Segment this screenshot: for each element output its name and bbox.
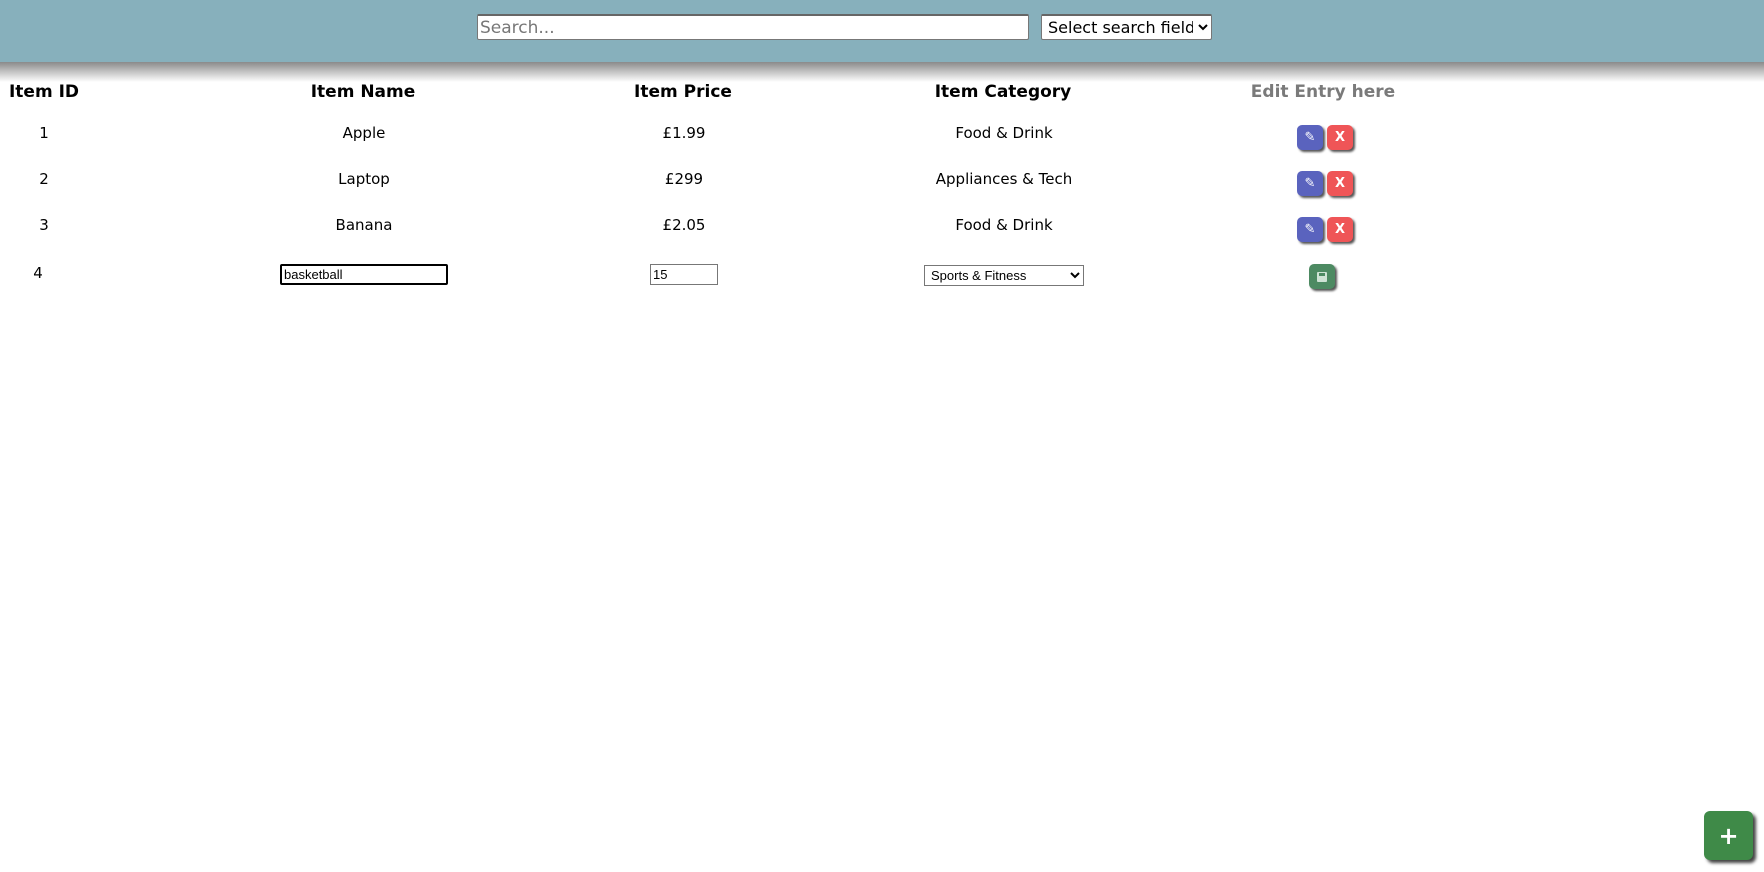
item-name-input[interactable] xyxy=(280,264,448,285)
item-id: 3 xyxy=(39,216,49,234)
item-category: Food & Drink xyxy=(955,216,1053,234)
item-price: £299 xyxy=(664,170,704,188)
save-button[interactable] xyxy=(1309,264,1335,289)
header-edit-entry: Edit Entry here xyxy=(1250,82,1396,102)
item-price-input[interactable] xyxy=(650,264,718,285)
item-category-select[interactable]: Sports & Fitness xyxy=(924,265,1084,286)
item-name: Laptop xyxy=(338,170,390,188)
delete-button[interactable]: X xyxy=(1327,171,1353,196)
item-category: Appliances & Tech xyxy=(935,170,1073,188)
pencil-icon: ✎ xyxy=(1304,176,1316,191)
search-field-select[interactable]: Select search field xyxy=(1041,14,1212,40)
item-name: Apple xyxy=(342,124,386,142)
header-item-name: Item Name xyxy=(310,82,416,102)
plus-icon: + xyxy=(1718,821,1739,850)
header-item-price: Item Price xyxy=(634,82,732,102)
item-price: £2.05 xyxy=(662,216,706,234)
item-name: Banana xyxy=(335,216,393,234)
floppy-disk-icon xyxy=(1317,271,1327,282)
edit-button[interactable]: ✎ xyxy=(1297,125,1323,150)
item-category: Food & Drink xyxy=(955,124,1053,142)
header-item-id: Item ID xyxy=(8,82,80,102)
item-id: 2 xyxy=(39,170,49,188)
edit-button[interactable]: ✎ xyxy=(1297,217,1323,242)
delete-button[interactable]: X xyxy=(1327,125,1353,150)
delete-button[interactable]: X xyxy=(1327,217,1353,242)
pencil-icon: ✎ xyxy=(1304,222,1316,237)
add-entry-button[interactable]: + xyxy=(1704,811,1753,860)
header-item-category: Item Category xyxy=(934,82,1072,102)
item-id: 1 xyxy=(39,124,49,142)
item-price: £1.99 xyxy=(662,124,706,142)
header-shadow xyxy=(0,62,1764,82)
item-id: 4 xyxy=(33,264,43,282)
pencil-icon: ✎ xyxy=(1304,130,1316,145)
edit-button[interactable]: ✎ xyxy=(1297,171,1323,196)
search-input[interactable] xyxy=(477,14,1029,40)
